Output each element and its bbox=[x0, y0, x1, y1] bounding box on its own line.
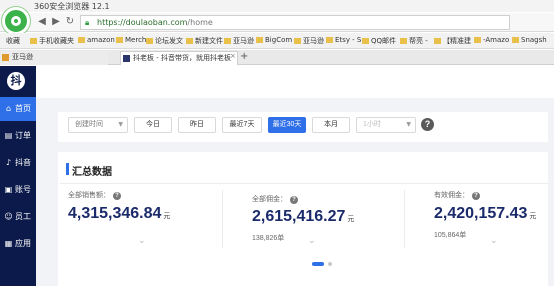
bookmark-item[interactable]: 亚马逊 bbox=[224, 36, 254, 46]
filter-month-button[interactable]: 本月 bbox=[312, 117, 350, 133]
total-commission-orders: 138,826单 bbox=[252, 235, 285, 242]
range-select[interactable]: 1小时 ▼ bbox=[356, 117, 416, 133]
main-header bbox=[36, 66, 554, 98]
tab-amazon[interactable]: 亚马逊 bbox=[0, 51, 108, 65]
new-tab-button[interactable]: + bbox=[240, 51, 248, 62]
order-icon: ▤ bbox=[4, 131, 13, 140]
browser-title: 360安全浏览器 12.1 bbox=[34, 2, 110, 11]
chevron-down-icon[interactable]: ⌄ bbox=[138, 236, 146, 246]
browser-logo-icon bbox=[2, 7, 30, 35]
column-divider bbox=[222, 190, 223, 248]
url-host: https://doulaoban.com bbox=[97, 18, 188, 27]
valid-commission-orders: 105,864单 bbox=[434, 232, 467, 239]
url-text: https://doulaoban.com/home bbox=[97, 18, 213, 27]
carousel-dot-active[interactable] bbox=[312, 262, 324, 266]
bookmark-item[interactable]: 新建文件 bbox=[186, 36, 223, 46]
total-sales-value: 4,315,346.84 元 bbox=[68, 205, 171, 222]
filter-today-button[interactable]: 今日 bbox=[134, 117, 172, 133]
bookmark-item[interactable]: amazon bbox=[78, 36, 115, 44]
tab-favicon-icon bbox=[2, 54, 9, 61]
bookmark-item[interactable]: 亚马逊 bbox=[294, 36, 324, 46]
lock-icon: 🔒︎ bbox=[85, 18, 90, 27]
sidebar-item-account[interactable]: ▣ 账号 bbox=[0, 178, 36, 202]
tab-doulaoban[interactable]: 抖老板 - 抖音带货，就用抖老板 bbox=[120, 51, 238, 65]
valid-commission-label: 有效佣金：? bbox=[434, 190, 480, 200]
app-logo: 抖 bbox=[7, 72, 25, 90]
url-path: /home bbox=[187, 18, 213, 27]
filter-yesterday-button[interactable]: 昨日 bbox=[178, 117, 216, 133]
browser-title-bar: 360安全浏览器 12.1 bbox=[0, 0, 554, 12]
bookmark-item[interactable]: 收藏 bbox=[6, 36, 20, 46]
chevron-down-icon: ▼ bbox=[406, 121, 411, 128]
question-icon[interactable]: ? bbox=[113, 192, 121, 200]
url-input[interactable]: 🔒︎ https://doulaoban.com/home bbox=[80, 15, 510, 30]
account-icon: ▣ bbox=[4, 185, 13, 194]
question-icon[interactable]: ? bbox=[290, 196, 298, 204]
sidebar-item-staff[interactable]: ☺ 员工 bbox=[0, 205, 36, 229]
question-icon[interactable]: ? bbox=[472, 192, 480, 200]
bookmark-item[interactable]: 帮亮 - bbox=[400, 36, 428, 46]
apps-icon: ▦ bbox=[4, 239, 13, 248]
bookmark-item[interactable]: -Amazo bbox=[474, 36, 509, 44]
summary-title: 汇总数据 bbox=[72, 167, 112, 178]
bookmark-item[interactable]: BigCom bbox=[256, 36, 292, 44]
time-type-select[interactable]: 创建时间 ▼ bbox=[68, 117, 128, 133]
bookmark-item[interactable]: 【精准建 bbox=[434, 36, 471, 46]
divider bbox=[60, 183, 548, 184]
sidebar-item-apps[interactable]: ▦ 应用 bbox=[0, 232, 36, 256]
refresh-icon[interactable]: ↻ bbox=[64, 16, 76, 28]
arrow-left-icon[interactable]: ◀ bbox=[36, 16, 48, 28]
bookmark-item[interactable]: Snagsh bbox=[512, 36, 547, 44]
filter-last30-button[interactable]: 最近30天 bbox=[268, 117, 306, 133]
total-commission-value: 2,615,416.27 元 bbox=[252, 208, 355, 225]
chevron-down-icon: ▼ bbox=[118, 121, 123, 128]
section-marker bbox=[66, 163, 69, 175]
total-sales-label: 全部销售额：? bbox=[68, 190, 121, 200]
bookmark-item[interactable]: 手机收藏夹 bbox=[30, 36, 74, 46]
chevron-down-icon[interactable]: ⌄ bbox=[308, 236, 316, 246]
total-commission-label: 全部佣金：? bbox=[252, 194, 298, 204]
sidebar-item-douyin[interactable]: ♪ 抖音 bbox=[0, 151, 36, 175]
chevron-down-icon[interactable]: ⌄ bbox=[490, 236, 498, 246]
valid-commission-value: 2,420,157.43 元 bbox=[434, 205, 537, 222]
home-icon: ⌂ bbox=[5, 104, 12, 113]
staff-icon: ☺ bbox=[4, 212, 13, 221]
bookmark-item[interactable]: QQ邮件 bbox=[362, 36, 396, 46]
sidebar-item-orders[interactable]: ▤ 订单 bbox=[0, 124, 36, 148]
column-divider bbox=[404, 190, 405, 248]
bookmark-item[interactable]: 论坛发文 bbox=[146, 36, 183, 46]
carousel-dot[interactable] bbox=[328, 262, 332, 266]
tab-favicon-icon bbox=[123, 55, 130, 62]
filter-last7-button[interactable]: 最近7天 bbox=[222, 117, 262, 133]
bookmark-item[interactable]: Merch bbox=[116, 36, 146, 44]
close-icon[interactable]: × bbox=[230, 52, 236, 60]
sidebar-item-home[interactable]: ⌂ 首页 bbox=[0, 97, 36, 121]
arrow-right-icon[interactable]: ▶ bbox=[50, 16, 62, 28]
bookmark-item[interactable]: Etsy - S bbox=[326, 36, 361, 44]
help-icon[interactable]: ? bbox=[421, 118, 434, 131]
douyin-icon: ♪ bbox=[5, 158, 12, 167]
